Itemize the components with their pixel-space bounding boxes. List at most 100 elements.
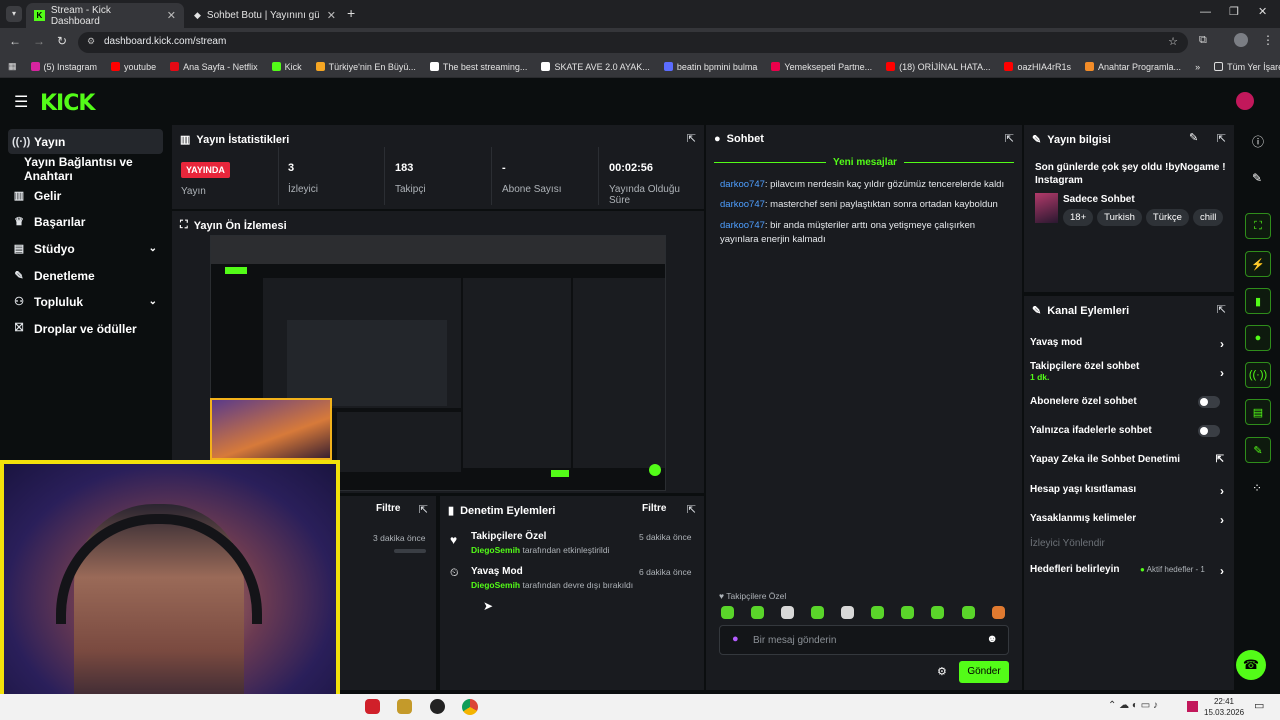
notification-icon[interactable]: ▭: [1254, 699, 1264, 712]
bookmark-item[interactable]: Ana Sayfa - Netflix: [163, 62, 265, 72]
emote-icon[interactable]: [781, 606, 794, 619]
help-chat-button[interactable]: ☎: [1236, 650, 1266, 680]
bookmark-item[interactable]: The best streaming...: [423, 62, 535, 72]
ai-moderation-row[interactable]: Yapay Zeka ile Sohbet Denetimi ⇱: [1030, 454, 1226, 465]
tag[interactable]: chill: [1192, 209, 1224, 226]
tag[interactable]: 18+: [1063, 209, 1094, 226]
close-tab-icon[interactable]: ✕: [167, 9, 176, 22]
tab-sohbet-botu[interactable]: ◆ Sohbet Botu | Yayınını güçlendir ✕: [186, 3, 344, 28]
chat-settings-icon[interactable]: ⚙: [937, 665, 947, 678]
emote-icon[interactable]: [721, 606, 734, 619]
url-field[interactable]: ⚙ dashboard.kick.com/stream ☆: [78, 32, 1188, 53]
bookmark-item[interactable]: (5) Instagram: [24, 62, 105, 72]
site-info-icon[interactable]: ⚙: [87, 36, 95, 47]
emoji-picker-icon[interactable]: ☻: [986, 633, 998, 645]
sidebar-item-stream-key[interactable]: Yayın Bağlantısı ve Anahtarı: [20, 155, 175, 183]
apps-grid-icon[interactable]: ▦: [0, 61, 24, 72]
tab-kick-dashboard[interactable]: K Stream - Kick Dashboard ✕: [26, 3, 184, 28]
bookmark-item[interactable]: SKATE AVE 2.0 AYAK...: [534, 62, 656, 72]
send-button[interactable]: Gönder: [959, 661, 1009, 683]
sidebar-item-yayin[interactable]: ((·)) Yayın: [8, 129, 163, 154]
edit-icon[interactable]: ✎: [1189, 131, 1198, 144]
popout-icon[interactable]: ⇱: [1217, 303, 1226, 316]
emote-icon[interactable]: [931, 606, 944, 619]
profile-avatar[interactable]: [1234, 33, 1248, 47]
bookmark-item[interactable]: youtube: [104, 62, 163, 72]
bookmark-item[interactable]: Kick: [265, 62, 309, 72]
popout-icon[interactable]: ⇱: [1005, 132, 1014, 145]
taskbar-app-icon[interactable]: [365, 699, 380, 714]
account-age-row[interactable]: Hesap yaşı kısıtlaması ›: [1030, 484, 1226, 498]
sidebar-item-studyo[interactable]: ▤ Stüdyo ⌄: [8, 236, 163, 261]
bookmark-item[interactable]: (18) ORİJİNAL HATA...: [879, 62, 997, 72]
chrome-taskbar-icon[interactable]: [462, 699, 478, 715]
popout-icon[interactable]: ⇱: [687, 132, 696, 145]
close-tab-icon[interactable]: ✕: [327, 9, 336, 22]
popout-icon[interactable]: ⇱: [419, 503, 428, 516]
close-window-icon[interactable]: ✕: [1258, 5, 1267, 18]
forward-icon[interactable]: →: [33, 34, 45, 48]
bookmark-item[interactable]: Yemeksepeti Partne...: [764, 62, 879, 72]
rail-wrench-icon[interactable]: ✎: [1245, 437, 1271, 463]
kick-logo[interactable]: KICK: [40, 91, 95, 116]
tray-app-icon[interactable]: [1187, 701, 1198, 712]
emotes-only-toggle[interactable]: [1198, 425, 1220, 437]
sidebar-item-denetleme[interactable]: ✎ Denetleme: [8, 263, 163, 288]
bookmark-item[interactable]: beatin bpmini bulma: [657, 62, 765, 72]
extensions-icon[interactable]: ⧉: [1199, 34, 1207, 47]
hamburger-menu-icon[interactable]: ☰: [14, 92, 28, 112]
emote-icon[interactable]: [811, 606, 824, 619]
sidebar-item-droplar[interactable]: ⛝ Droplar ve ödüller: [8, 316, 163, 341]
rail-chat-icon[interactable]: ●: [1245, 325, 1271, 351]
taskbar-app-icon[interactable]: [397, 699, 412, 714]
more-bookmarks-icon[interactable]: »: [1188, 62, 1207, 72]
popout-icon[interactable]: ⇱: [687, 503, 696, 516]
microphone-icon[interactable]: ●: [732, 633, 739, 645]
sidebar-item-topluluk[interactable]: ⚇ Topluluk ⌄: [8, 289, 163, 314]
emote-icon[interactable]: [901, 606, 914, 619]
followers-only-row[interactable]: Takipçilere özel sohbet 1 dk. ›: [1030, 361, 1226, 382]
slow-mode-row[interactable]: Yavaş mod ›: [1030, 337, 1226, 351]
subs-only-toggle[interactable]: [1198, 396, 1220, 408]
browser-menu-icon[interactable]: ⋮: [1262, 33, 1274, 47]
moderator-name[interactable]: DiegoSemih: [471, 545, 520, 555]
popout-icon[interactable]: ⇱: [1217, 132, 1226, 145]
chat-username[interactable]: darkoo747: [720, 199, 765, 210]
emote-icon[interactable]: [841, 606, 854, 619]
info-icon[interactable]: ⓘ: [1252, 133, 1264, 150]
emote-icon[interactable]: [751, 606, 764, 619]
restore-icon[interactable]: ❐: [1229, 5, 1239, 18]
reload-icon[interactable]: ↻: [57, 34, 67, 48]
emote-icon[interactable]: [871, 606, 884, 619]
user-avatar[interactable]: [1236, 92, 1254, 110]
new-tab-button[interactable]: +: [347, 5, 355, 21]
rail-document-icon[interactable]: ▮: [1245, 288, 1271, 314]
moderator-name[interactable]: DiegoSemih: [471, 580, 520, 590]
rail-lightning-icon[interactable]: ⚡: [1245, 251, 1271, 277]
chat-username[interactable]: darkoo747: [720, 220, 765, 231]
emote-icon[interactable]: [992, 606, 1005, 619]
taskbar-app-icon[interactable]: [430, 699, 445, 714]
all-bookmarks[interactable]: Tüm Yer İşaretleri: [1207, 62, 1280, 72]
filter-button[interactable]: Filtre: [376, 503, 400, 514]
rail-more-icon[interactable]: ⁘: [1252, 481, 1262, 495]
rail-broadcast-icon[interactable]: ((·)): [1245, 362, 1271, 388]
bookmark-star-icon[interactable]: ☆: [1168, 35, 1178, 48]
goals-row[interactable]: Hedefleri belirleyin ● Aktif hedefler - …: [1030, 564, 1226, 578]
banned-words-row[interactable]: Yasaklanmış kelimeler ›: [1030, 513, 1226, 527]
bookmark-item[interactable]: Türkiye'nin En Büyü...: [309, 62, 423, 72]
chat-input[interactable]: ● Bir mesaj gönderin ☻: [719, 625, 1009, 655]
tab-search-button[interactable]: ▾: [6, 6, 22, 22]
emote-icon[interactable]: [962, 606, 975, 619]
filter-button[interactable]: Filtre: [642, 503, 666, 514]
back-icon[interactable]: ←: [9, 34, 21, 48]
rail-fullscreen-icon[interactable]: ⛶: [1245, 213, 1271, 239]
system-tray-icons[interactable]: ⌃ ☁ ◐ ▭ ♪: [1108, 700, 1158, 711]
chat-username[interactable]: darkoo747: [720, 179, 765, 190]
rail-card-icon[interactable]: ▤: [1245, 399, 1271, 425]
sidebar-item-basarilar[interactable]: ♛ Başarılar: [8, 209, 163, 234]
viewer-redirect-row[interactable]: İzleyici Yönlendir: [1030, 538, 1226, 549]
minimize-icon[interactable]: —: [1200, 6, 1211, 18]
edit-icon[interactable]: ✎: [1252, 171, 1262, 185]
tag[interactable]: Turkish: [1097, 209, 1142, 226]
